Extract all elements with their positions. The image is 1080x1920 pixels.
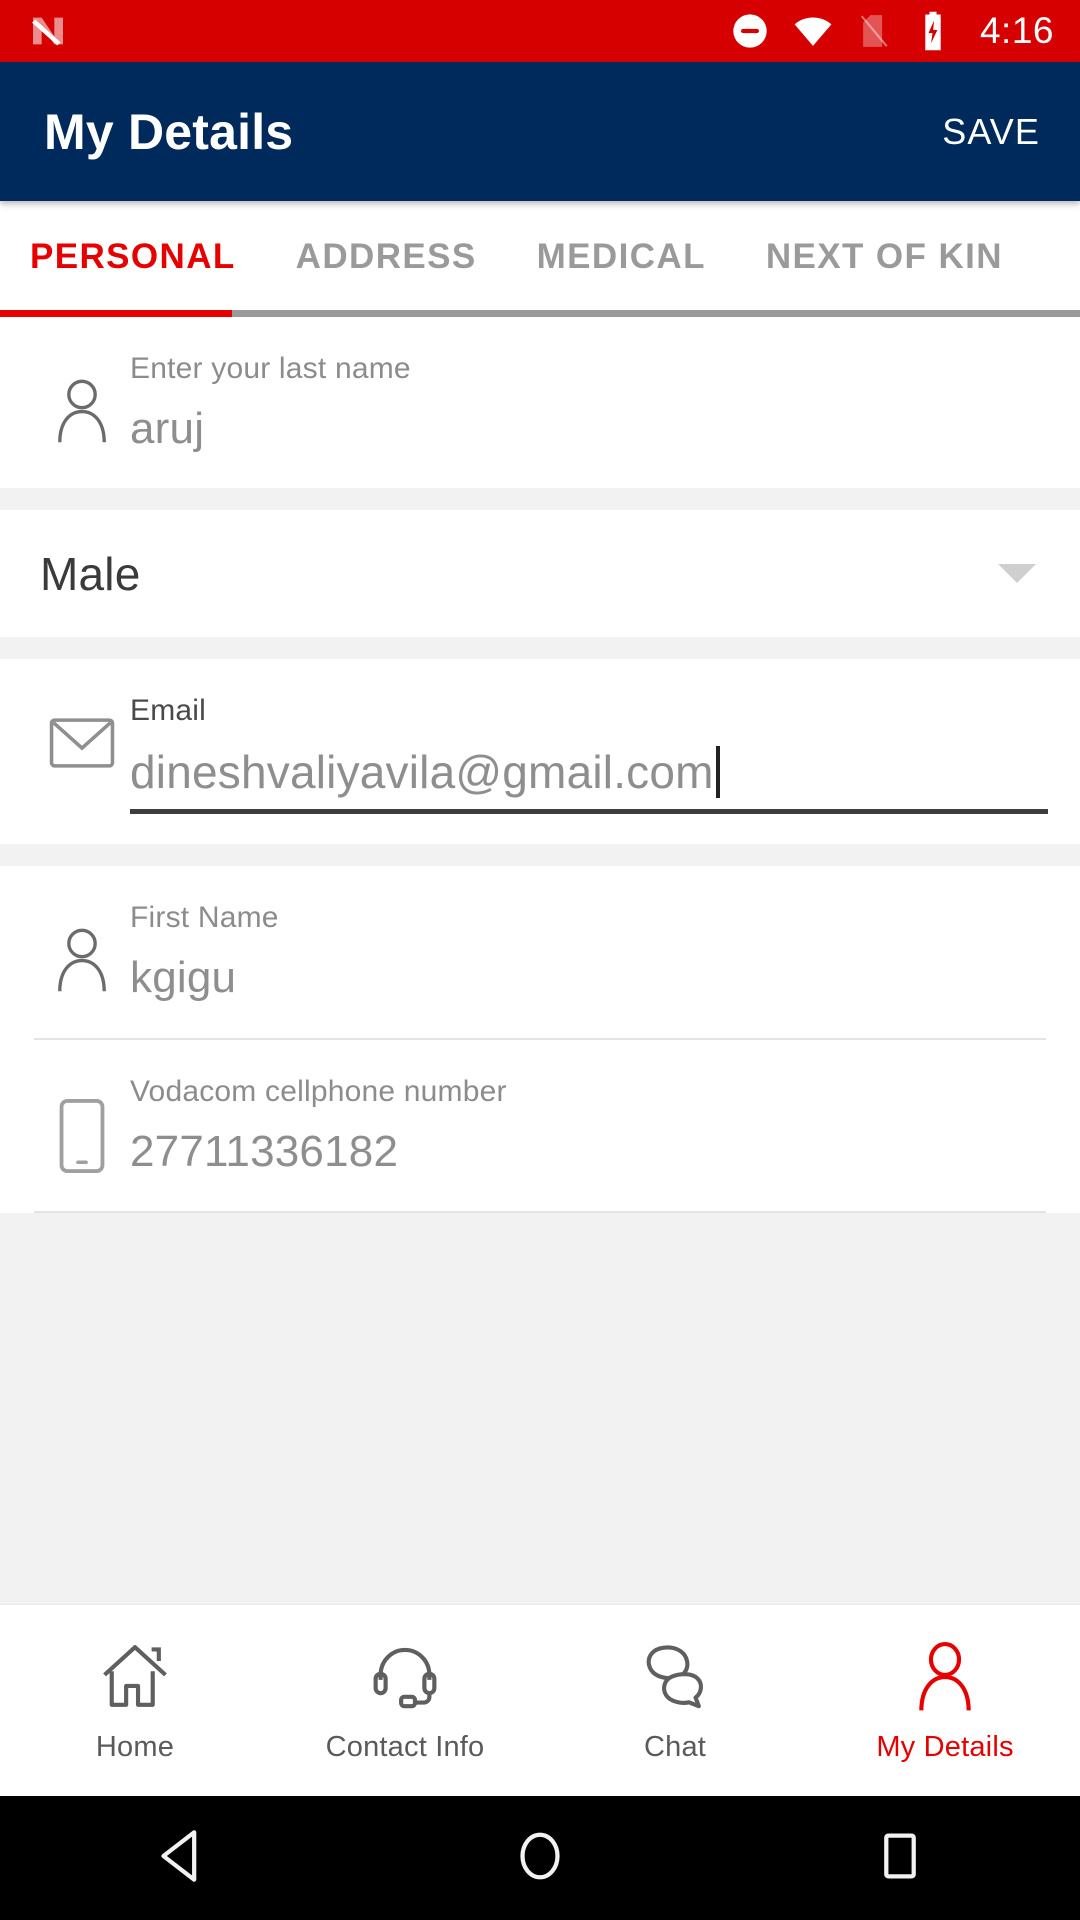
section-gap-3	[0, 844, 1080, 867]
gender-value[interactable]: Male	[40, 547, 998, 601]
bottom-nav-label-my-details: My Details	[876, 1731, 1014, 1763]
field-last-name[interactable]: Enter your last name aruj	[0, 317, 1080, 489]
cellphone-row[interactable]: Vodacom cellphone number 27711336182	[0, 1040, 1080, 1211]
first-name-row[interactable]: First Name kgigu	[0, 866, 1080, 1037]
tab-active-indicator	[0, 310, 232, 317]
back-icon	[154, 1827, 206, 1890]
android-home-button[interactable]	[360, 1827, 720, 1890]
email-body[interactable]: Email dineshvaliyavila@gmail.com	[130, 659, 1048, 844]
last-name-label: Enter your last name	[130, 352, 411, 385]
email-input-text: dineshvaliyavila@gmail.com	[130, 746, 714, 799]
android-back-button[interactable]	[0, 1827, 360, 1890]
bottom-nav-item-chat[interactable]: Chat	[540, 1637, 810, 1764]
field-group-contact[interactable]: First Name kgigu Vodacom cellphone numbe…	[0, 866, 1080, 1214]
home-icon	[514, 1827, 566, 1890]
tab-personal[interactable]: PERSONAL	[30, 237, 266, 277]
status-bar-clock: 4:16	[979, 10, 1054, 51]
cellphone-label: Vodacom cellphone number	[130, 1074, 507, 1108]
battery-charging-icon	[916, 10, 950, 52]
bottom-nav-label-home: Home	[95, 1731, 175, 1763]
email-row[interactable]: Email dineshvaliyavila@gmail.com	[0, 659, 1080, 844]
text-cursor	[715, 746, 720, 799]
tab-list: PERSONAL ADDRESS MEDICAL NEXT OF KIN	[0, 201, 1080, 313]
gender-select[interactable]: Male	[0, 510, 1080, 638]
tab-medical[interactable]: MEDICAL	[537, 237, 736, 277]
last-name-row[interactable]: Enter your last name aruj	[0, 317, 1080, 488]
email-label: Email	[130, 694, 207, 728]
person-icon	[34, 317, 130, 445]
bottom-nav-label-chat: Chat	[643, 1731, 707, 1763]
recents-icon	[874, 1827, 926, 1890]
bottom-navigation: Home Contact Info Chat My Details	[0, 1604, 1080, 1796]
last-name-input[interactable]: aruj	[130, 399, 1048, 458]
email-focus-underline	[130, 809, 1048, 815]
field-email[interactable]: Email dineshvaliyavila@gmail.com	[0, 659, 1080, 845]
status-bar: 4:16	[0, 0, 1080, 62]
section-gap-4	[0, 1213, 1080, 1236]
email-input[interactable]: dineshvaliyavila@gmail.com	[130, 741, 1048, 803]
no-sim-card-icon	[856, 12, 894, 50]
person-icon	[34, 866, 130, 994]
status-bar-icons: 4:16	[730, 10, 1054, 52]
form-content[interactable]: Enter your last name aruj Male Email din…	[0, 317, 1080, 1604]
first-name-body[interactable]: First Name kgigu	[130, 866, 1048, 1037]
wifi-icon	[792, 10, 834, 52]
field-gender[interactable]: Male	[0, 510, 1080, 638]
bottom-nav-item-my-details[interactable]: My Details	[810, 1637, 1080, 1764]
android-nougat-icon	[28, 11, 68, 51]
phone-screen: 4:16 My Details SAVE PERSONAL ADDRESS ME…	[0, 0, 1080, 1920]
bottom-nav-item-contact-info[interactable]: Contact Info	[270, 1637, 540, 1764]
android-recents-button[interactable]	[720, 1827, 1080, 1890]
status-bar-notifications	[28, 11, 68, 51]
cellphone-input[interactable]: 27711336182	[130, 1122, 1048, 1181]
home-icon	[99, 1637, 171, 1715]
last-name-body[interactable]: Enter your last name aruj	[130, 317, 1048, 488]
bottom-nav-label-contact-info: Contact Info	[325, 1731, 485, 1763]
android-navigation-bar	[0, 1796, 1080, 1920]
first-name-input[interactable]: kgigu	[130, 948, 1048, 1007]
section-gap-1	[0, 488, 1080, 511]
chevron-down-icon[interactable]	[998, 564, 1036, 584]
tab-next-of-kin[interactable]: NEXT OF KIN	[766, 237, 1033, 277]
do-not-disturb-icon	[730, 11, 770, 51]
first-name-label: First Name	[130, 901, 279, 935]
section-gap-2	[0, 637, 1080, 660]
tab-address[interactable]: ADDRESS	[296, 237, 507, 277]
tab-underline	[0, 310, 1080, 317]
app-bar: My Details SAVE	[0, 62, 1080, 201]
bottom-nav-item-home[interactable]: Home	[0, 1637, 270, 1764]
page-title: My Details	[44, 103, 294, 160]
tab-bar: PERSONAL ADDRESS MEDICAL NEXT OF KIN	[0, 201, 1080, 317]
person-icon	[912, 1637, 978, 1715]
cellphone-body[interactable]: Vodacom cellphone number 27711336182	[130, 1040, 1048, 1211]
mobile-phone-icon	[34, 1040, 130, 1174]
headset-icon	[369, 1637, 441, 1715]
save-button[interactable]: SAVE	[942, 111, 1040, 153]
envelope-icon	[34, 659, 130, 769]
chat-bubbles-icon	[638, 1637, 712, 1715]
